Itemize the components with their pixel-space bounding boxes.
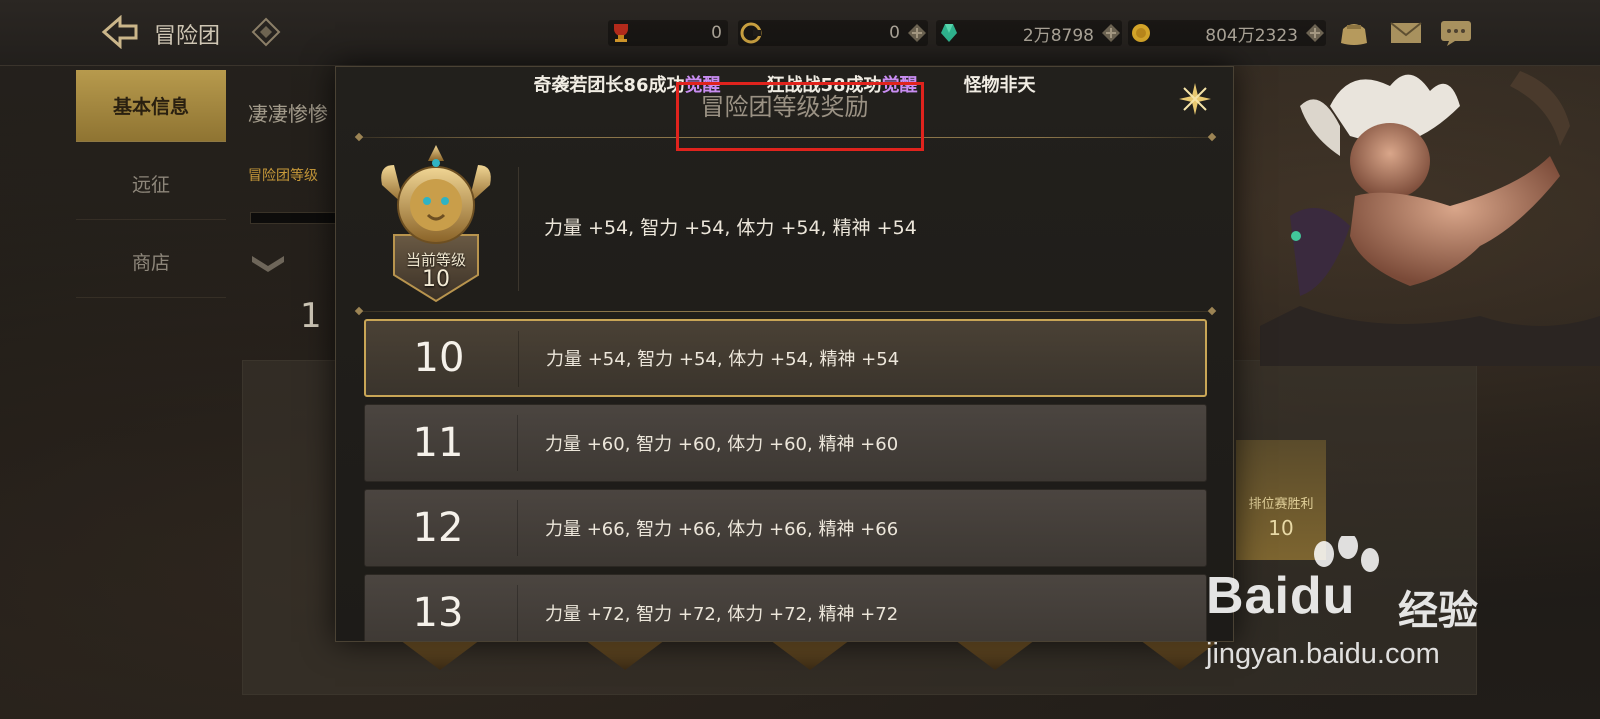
vertical-divider xyxy=(518,167,519,291)
exp-bar xyxy=(250,212,340,224)
tab-basic-info[interactable]: 基本信息 xyxy=(76,70,226,142)
level-row-11[interactable]: 11 力量 +60, 智力 +60, 体力 +60, 精神 +60 xyxy=(364,404,1207,482)
chat-button[interactable] xyxy=(1438,18,1474,48)
tab-label: 商店 xyxy=(131,252,170,274)
level-number: 13 xyxy=(412,590,464,636)
level-reward-dialog: 奇袭若团长86成功觉醒 狂战战58成功觉醒 怪物非天 冒险团等级奖励 当前等级 … xyxy=(335,66,1234,642)
underlay-level-number: 1 xyxy=(300,296,322,336)
add-coin-button[interactable] xyxy=(906,22,928,44)
close-button[interactable] xyxy=(1175,79,1215,119)
current-level-section: 当前等级 10 力量 +54, 智力 +54, 体力 +54, 精神 +54 xyxy=(358,145,1213,305)
watermark-cn: 经验 xyxy=(1398,588,1478,634)
level-row-12[interactable]: 12 力量 +66, 智力 +66, 体力 +66, 精神 +66 xyxy=(364,489,1207,567)
add-gem-button[interactable] xyxy=(1100,22,1122,44)
plus-diamond-icon xyxy=(1102,24,1120,42)
chevron-icon xyxy=(250,250,286,278)
level-number: 10 xyxy=(413,335,465,381)
coin-c-icon xyxy=(738,20,764,46)
ticker-item: 怪物非天 xyxy=(963,75,1036,96)
level-reward-list: 10 力量 +54, 智力 +54, 体力 +54, 精神 +54 11 力量 … xyxy=(364,319,1207,641)
adventure-group-level-label: 冒险团等级 xyxy=(248,168,318,184)
level-stats: 力量 +54, 智力 +54, 体力 +54, 精神 +54 xyxy=(546,349,900,370)
level-row-13[interactable]: 13 力量 +72, 智力 +72, 体力 +72, 精神 +72 xyxy=(364,574,1207,641)
divider-middle xyxy=(358,311,1213,312)
currency-value: 0 xyxy=(889,23,900,43)
bag-icon xyxy=(1341,24,1367,45)
level-stats: 力量 +66, 智力 +66, 体力 +66, 精神 +66 xyxy=(545,519,899,540)
baidu-jingyan-watermark: Baidu 经验 jingyan.baidu.com xyxy=(1200,536,1600,676)
level-stats: 力量 +72, 智力 +72, 体力 +72, 精神 +72 xyxy=(545,604,899,625)
current-level-value: 10 xyxy=(422,267,450,292)
plus-diamond-icon xyxy=(1306,24,1324,42)
currency-value: 804万2323 xyxy=(1205,25,1298,46)
bottom-decorations xyxy=(400,640,1220,670)
sidebar: 基本信息 远征 商店 xyxy=(76,70,226,304)
mail-icon xyxy=(1390,22,1422,43)
card-label: 排位赛胜利 xyxy=(1248,497,1314,512)
row-divider xyxy=(518,331,519,387)
level-number: 11 xyxy=(412,420,464,466)
bag-button[interactable] xyxy=(1336,18,1372,48)
currency-gem: 2万8798 xyxy=(936,20,1122,46)
level-stats: 力量 +60, 智力 +60, 体力 +60, 精神 +60 xyxy=(545,434,899,455)
row-divider xyxy=(517,500,518,556)
level-row-10[interactable]: 10 力量 +54, 智力 +54, 体力 +54, 精神 +54 xyxy=(364,319,1207,397)
currency-value: 0 xyxy=(711,23,722,43)
currency-gold: 804万2323 xyxy=(1128,20,1326,46)
info-diamond-button[interactable] xyxy=(250,16,282,48)
annotation-highlight-box xyxy=(676,82,924,151)
character-illustration xyxy=(1260,71,1600,366)
back-button[interactable] xyxy=(100,12,140,52)
currency-coin: 0 xyxy=(738,20,928,46)
plus-diamond-icon xyxy=(908,24,926,42)
watermark-url: jingyan.baidu.com xyxy=(1206,638,1440,670)
top-bar: 冒险团 0 0 2万8798 804万2323 xyxy=(0,0,1600,66)
row-divider xyxy=(517,585,518,641)
currency-trophy: 0 xyxy=(608,20,728,46)
tab-label: 基本信息 xyxy=(112,96,189,118)
gem-icon xyxy=(936,20,962,46)
close-icon xyxy=(1179,83,1211,115)
level-number: 12 xyxy=(412,505,464,551)
tab-expedition[interactable]: 远征 xyxy=(76,148,226,220)
gold-icon xyxy=(1128,20,1154,46)
trophy-icon xyxy=(608,20,634,46)
diamond-icon xyxy=(251,17,281,47)
tab-label: 远征 xyxy=(131,174,170,196)
back-arrow-icon xyxy=(101,15,138,49)
page-title: 冒险团 xyxy=(154,24,221,49)
add-gold-button[interactable] xyxy=(1304,22,1326,44)
row-divider xyxy=(517,415,518,471)
mail-button[interactable] xyxy=(1388,18,1424,48)
chat-icon xyxy=(1441,21,1471,46)
currency-value: 2万8798 xyxy=(1022,25,1094,46)
tab-shop[interactable]: 商店 xyxy=(76,226,226,298)
current-level-stats: 力量 +54, 智力 +54, 体力 +54, 精神 +54 xyxy=(544,217,917,239)
adventure-group-name: 凄凄惨惨 xyxy=(248,102,328,126)
watermark-brand: Baidu xyxy=(1206,567,1356,625)
